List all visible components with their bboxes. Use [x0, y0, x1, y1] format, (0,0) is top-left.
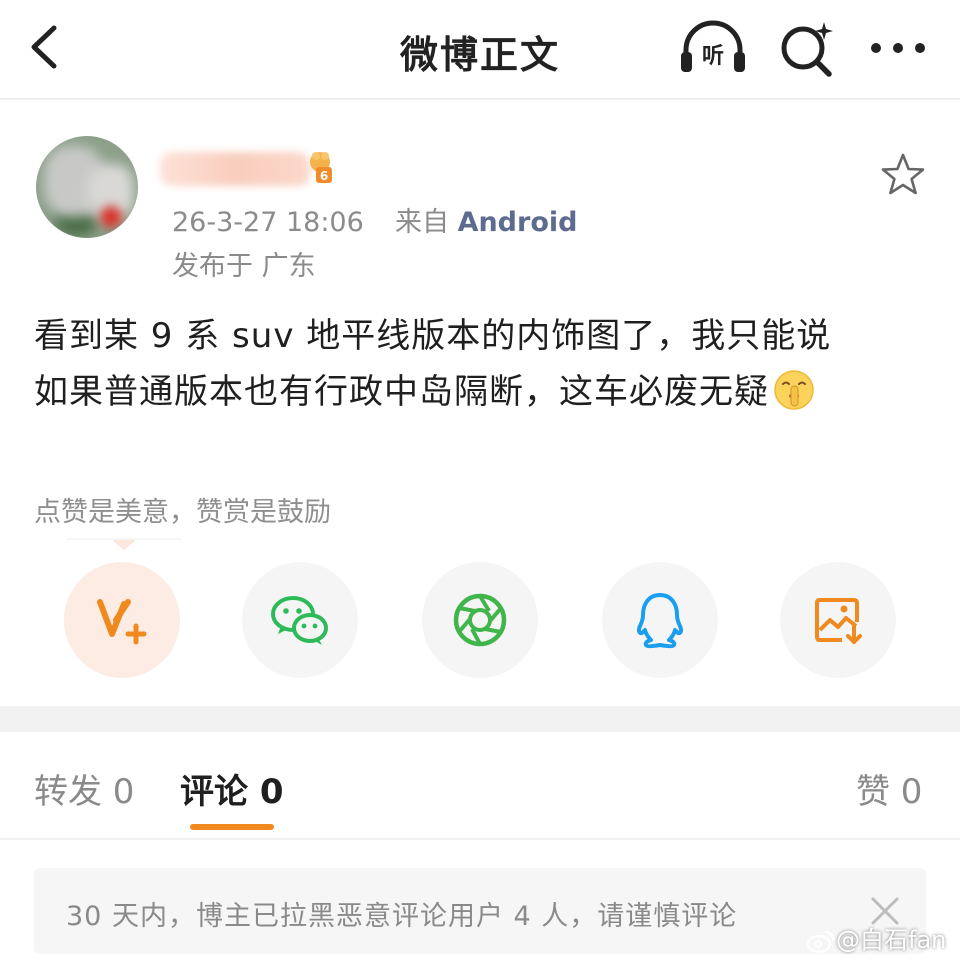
- post-source[interactable]: Android: [458, 207, 578, 238]
- moments-aperture-icon: [453, 593, 507, 647]
- listen-label: 听: [702, 44, 724, 69]
- tab-bar-border: [0, 838, 960, 840]
- share-wechat-button[interactable]: [242, 562, 358, 678]
- headphones-icon: 听: [681, 20, 745, 72]
- post-meta: 26-3-27 18:06 来自 Android: [172, 200, 577, 239]
- star-icon: [881, 153, 925, 195]
- qq-penguin-icon: [636, 593, 684, 649]
- more-options-button[interactable]: [866, 30, 930, 66]
- share-moments-button[interactable]: [422, 562, 538, 678]
- section-separator: [0, 706, 960, 732]
- watermark-text: @白石fan: [836, 926, 947, 954]
- tab-like[interactable]: 赞 0: [856, 764, 922, 813]
- post-text-line-2-wrap: 如果普通版本也有行政中岛隔断，这车必废无疑: [34, 364, 934, 420]
- post-source-prefix: 来自: [394, 207, 449, 238]
- weibo-post-page: 微博正文 听 6 26-3-27 18:06 来自 Android 发布于 广东…: [0, 0, 960, 960]
- top-nav-bar: 微博正文 听: [0, 0, 960, 100]
- favorite-button[interactable]: [880, 152, 926, 196]
- more-dots-icon: [871, 43, 925, 53]
- shushing-face-icon: [774, 370, 814, 410]
- notice-text: 30 天内，博主已拉黑恶意评论用户 4 人，请谨慎评论: [66, 901, 738, 932]
- search-button[interactable]: [776, 18, 838, 80]
- reward-button[interactable]: [64, 562, 180, 678]
- save-image-icon: [815, 598, 862, 644]
- reward-hint: 点赞是美意，赞赏是鼓励: [34, 497, 331, 528]
- vip-badge-icon: 6: [310, 152, 332, 183]
- post-text-line-1: 看到某 9 系 suv 地平线版本的内饰图了，我只能说: [34, 316, 832, 356]
- active-tab-indicator: [190, 824, 274, 830]
- wechat-icon: [271, 596, 328, 645]
- author-avatar[interactable]: [36, 136, 138, 238]
- post-content: 看到某 9 系 suv 地平线版本的内饰图了，我只能说 如果普通版本也有行政中岛…: [34, 308, 934, 420]
- vip-level: 6: [320, 169, 328, 183]
- post-location: 发布于 广东: [172, 251, 316, 282]
- save-image-button[interactable]: [780, 562, 896, 678]
- post-text-line-2: 如果普通版本也有行政中岛隔断，这车必废无疑: [34, 372, 769, 412]
- tab-comment[interactable]: 评论 0: [180, 764, 284, 813]
- post-timestamp: 26-3-27 18:06: [172, 207, 364, 238]
- hint-pointer: [112, 540, 136, 550]
- listen-button[interactable]: 听: [678, 20, 748, 76]
- watermark: @白石fan: [806, 920, 946, 955]
- tab-repost[interactable]: 转发 0: [34, 764, 134, 813]
- search-sparkle-icon: [781, 22, 833, 77]
- share-qq-button[interactable]: [602, 562, 718, 678]
- weibo-logo-icon: [806, 930, 835, 954]
- author-name-blurred[interactable]: [160, 152, 310, 186]
- comment-notice: 30 天内，博主已拉黑恶意评论用户 4 人，请谨慎评论: [34, 868, 926, 954]
- reward-v-plus-icon: [97, 599, 147, 645]
